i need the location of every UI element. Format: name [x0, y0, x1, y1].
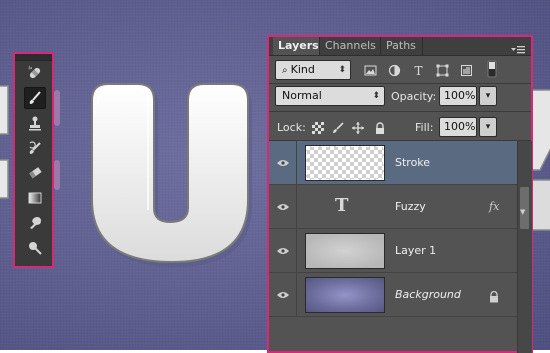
dodge-icon[interactable]: [24, 237, 46, 259]
filter-shape-icon[interactable]: [435, 63, 449, 77]
filter-type-icon[interactable]: T: [411, 63, 425, 77]
opacity-label: Opacity:: [391, 90, 437, 103]
layer-name: Fuzzy: [395, 200, 426, 213]
blend-mode-select[interactable]: Normal ⬍: [275, 86, 385, 106]
visibility-eye-icon[interactable]: [269, 273, 297, 317]
eraser-icon[interactable]: [24, 162, 46, 184]
layer-thumbnail: [305, 233, 385, 269]
tools-panel: [13, 52, 54, 268]
layer-name: Background: [395, 288, 461, 301]
letter-u: [91, 83, 252, 267]
visibility-eye-icon[interactable]: [269, 141, 297, 185]
fill-input[interactable]: 100%: [439, 117, 477, 137]
history-brush-icon[interactable]: [24, 137, 46, 159]
tab-layers[interactable]: Layers: [273, 37, 319, 55]
gradient-icon[interactable]: [24, 187, 46, 209]
layer-thumbnail: [305, 277, 385, 313]
lock-transparent-pixels-icon[interactable]: [311, 121, 324, 134]
opacity-dropdown-button[interactable]: ▾: [479, 86, 497, 106]
visibility-eye-icon[interactable]: [269, 185, 297, 229]
spot-healing-brush-icon[interactable]: [24, 62, 46, 84]
layer-name: Layer 1: [395, 244, 437, 257]
opacity-input[interactable]: 100%: [439, 86, 477, 106]
layer-row-fuzzy[interactable]: T Fuzzy fx: [269, 185, 517, 229]
brush-icon[interactable]: [24, 87, 46, 109]
svg-text:T: T: [414, 64, 422, 77]
divider: [269, 83, 531, 84]
filter-adjustment-icon[interactable]: [387, 63, 401, 77]
layers-scrollbar[interactable]: ▼: [517, 141, 532, 353]
lock-icon: [489, 288, 499, 307]
filter-smart-object-icon[interactable]: [459, 63, 473, 77]
layer-row-background[interactable]: Background: [269, 273, 517, 317]
fill-label: Fill:: [415, 121, 434, 134]
tab-channels[interactable]: Channels: [319, 37, 381, 55]
tools-panel-grip[interactable]: [15, 54, 52, 61]
updown-arrow-icon: ⬍: [372, 91, 380, 101]
divider: [269, 111, 531, 112]
blur-icon[interactable]: [24, 212, 46, 234]
scroll-down-arrow-icon[interactable]: ▼: [520, 208, 525, 216]
layer-row-stroke[interactable]: Stroke: [269, 141, 517, 185]
search-icon: ⌕: [282, 65, 288, 76]
visibility-eye-icon[interactable]: [269, 229, 297, 273]
panel-tab-bar: Layers Channels Paths: [269, 37, 531, 56]
lock-position-icon[interactable]: [351, 121, 364, 134]
fill-dropdown-button[interactable]: ▾: [479, 117, 497, 137]
layer-effects-icon[interactable]: fx: [489, 185, 499, 229]
lock-label: Lock:: [277, 121, 306, 134]
blend-mode-label: Normal: [282, 89, 322, 102]
filter-kind-select[interactable]: ⌕ Kind ⬍: [275, 60, 351, 80]
tab-paths[interactable]: Paths: [381, 37, 423, 55]
layer-list-empty-area: [269, 317, 517, 351]
lock-image-pixels-icon[interactable]: [331, 121, 344, 134]
layer-name: Stroke: [395, 156, 431, 169]
layer-thumbnail: [305, 145, 385, 181]
layer-row-layer-1[interactable]: Layer 1: [269, 229, 517, 273]
letter-z-fragment: [529, 89, 550, 231]
panel-menu-icon[interactable]: [511, 40, 525, 59]
text-layer-icon: T: [335, 195, 349, 216]
layers-panel: Layers Channels Paths ⌕ Kind ⬍ T Normal ⬍…: [267, 35, 533, 353]
filter-kind-label: Kind: [290, 63, 315, 76]
lock-all-icon[interactable]: [373, 121, 386, 134]
filter-pixel-icon[interactable]: [363, 63, 377, 77]
clone-stamp-icon[interactable]: [24, 112, 46, 134]
updown-arrow-icon: ⬍: [338, 65, 346, 75]
filter-toggle-icon[interactable]: [487, 60, 497, 78]
